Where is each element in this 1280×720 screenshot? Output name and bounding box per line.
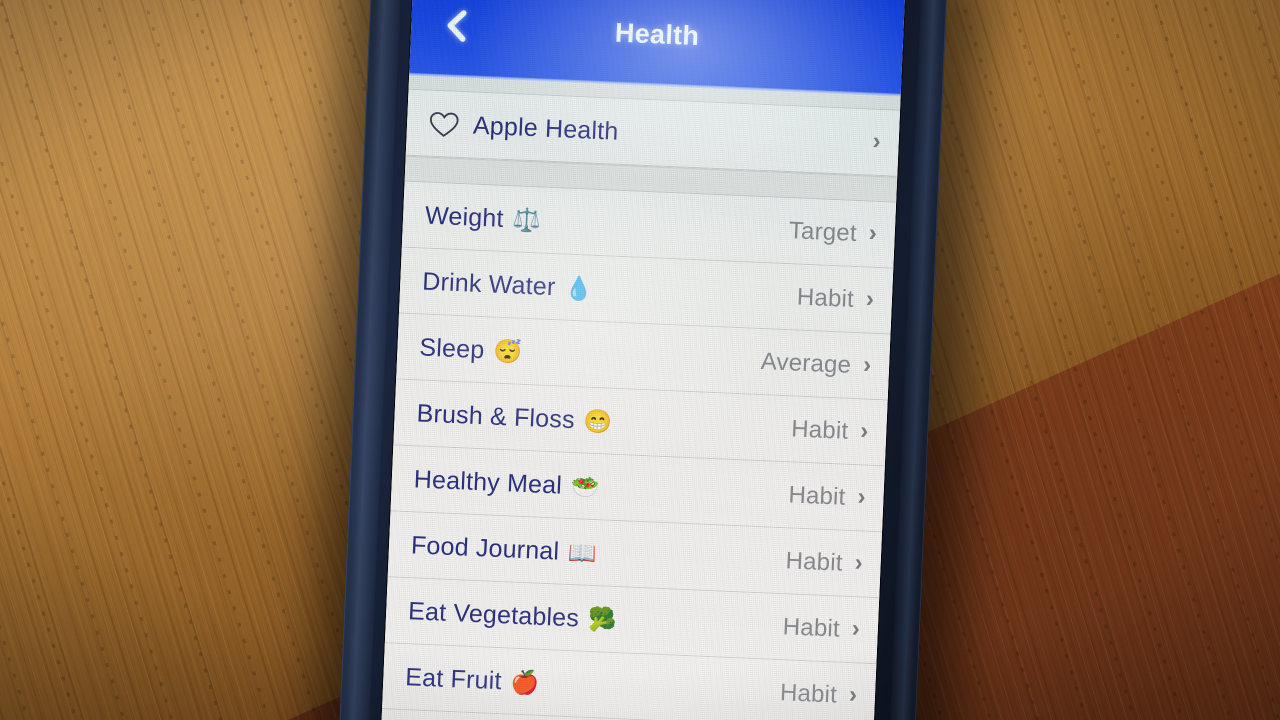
list-item-value: Habit bbox=[785, 547, 844, 577]
phone-body: Health Apple Health › Weight ⚖️ Target ›… bbox=[336, 0, 950, 720]
chevron-right-icon: › bbox=[859, 417, 869, 445]
red-apple-icon: 🍎 bbox=[510, 668, 540, 696]
list-item-label: Food Journal 📖 bbox=[410, 531, 597, 568]
list-item-accessory: Target › bbox=[788, 217, 895, 250]
sleeping-face-icon: 😴 bbox=[492, 337, 523, 365]
list-item-text: Eat Vegetables bbox=[407, 596, 580, 632]
phone-screen: Health Apple Health › Weight ⚖️ Target ›… bbox=[380, 0, 906, 720]
list-item-label: Drink Water 💧 bbox=[422, 267, 594, 303]
list-item-accessory: Habit › bbox=[782, 613, 878, 645]
list-item-text: Weight bbox=[424, 201, 505, 233]
list-item-label: Sleep 😴 bbox=[419, 333, 523, 366]
list-item-label: Eat Fruit 🍎 bbox=[405, 663, 540, 698]
chevron-right-icon: › bbox=[851, 615, 861, 643]
chevron-right-icon: › bbox=[865, 285, 875, 313]
salad-bowl-icon: 🥗 bbox=[570, 472, 601, 500]
settings-list[interactable]: Apple Health › Weight ⚖️ Target › Drink … bbox=[380, 75, 901, 720]
list-item-text: Brush & Floss bbox=[416, 398, 576, 434]
chevron-right-icon: › bbox=[854, 549, 864, 577]
list-item-label: Brush & Floss 😁 bbox=[416, 399, 613, 436]
chevron-right-icon: › bbox=[872, 127, 882, 155]
list-item-text: Apple Health bbox=[472, 111, 620, 146]
list-item-label: Apple Health bbox=[472, 111, 619, 146]
page-title: Health bbox=[614, 17, 700, 51]
list-item-accessory: › bbox=[872, 127, 899, 156]
list-item-value: Average bbox=[760, 348, 852, 379]
chevron-right-icon: › bbox=[856, 483, 867, 511]
list-item-label: Eat Vegetables 🥦 bbox=[408, 597, 618, 635]
list-item-value: Habit bbox=[782, 613, 841, 643]
chevron-left-icon bbox=[444, 8, 471, 43]
list-item-accessory: Habit › bbox=[796, 284, 892, 316]
list-item-text: Healthy Meal bbox=[413, 464, 563, 500]
list-item-label: Healthy Meal 🥗 bbox=[413, 465, 600, 502]
list-item-text: Food Journal bbox=[410, 530, 560, 566]
list-item-text: Sleep bbox=[418, 332, 486, 364]
water-droplet-icon: 💧 bbox=[563, 274, 594, 302]
back-button[interactable] bbox=[436, 5, 478, 47]
list-item-accessory: Habit › bbox=[791, 415, 887, 447]
grinning-face-icon: 😁 bbox=[583, 407, 614, 435]
list-item-accessory: Average › bbox=[760, 348, 889, 381]
smartphone: Health Apple Health › Weight ⚖️ Target ›… bbox=[309, 0, 987, 720]
heart-outline-icon bbox=[429, 110, 460, 138]
list-item-value: Habit bbox=[779, 679, 838, 709]
list-item-accessory: Habit › bbox=[779, 679, 875, 711]
list-item-accessory: Habit › bbox=[788, 481, 884, 513]
list-item-text: Eat Fruit bbox=[404, 662, 503, 695]
list-item-value: Habit bbox=[787, 481, 847, 511]
open-book-icon: 📖 bbox=[567, 538, 598, 566]
list-item-label: Weight ⚖️ bbox=[425, 201, 543, 235]
broccoli-icon: 🥦 bbox=[587, 605, 618, 633]
balance-scale-icon: ⚖️ bbox=[512, 205, 543, 234]
list-item-value: Target bbox=[788, 217, 858, 248]
chevron-right-icon: › bbox=[862, 351, 872, 379]
list-item-text: Drink Water bbox=[421, 267, 557, 301]
chevron-right-icon: › bbox=[848, 681, 858, 709]
list-item-accessory: Habit › bbox=[785, 547, 881, 579]
photo-scene: Health Apple Health › Weight ⚖️ Target ›… bbox=[0, 0, 1280, 720]
list-item-value: Habit bbox=[790, 415, 849, 445]
chevron-right-icon: › bbox=[868, 219, 878, 247]
list-item-value: Habit bbox=[796, 283, 855, 313]
